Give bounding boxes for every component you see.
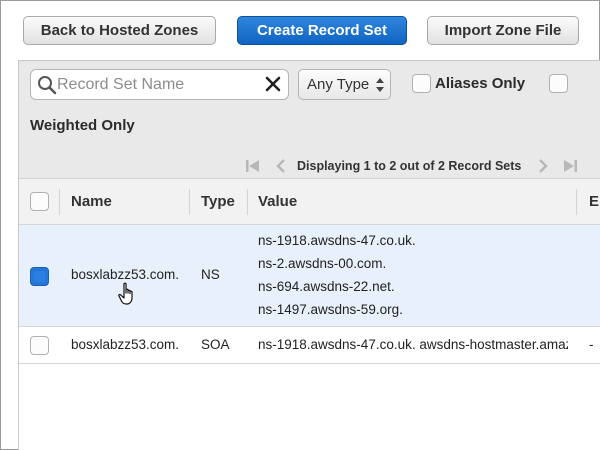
row-checkbox[interactable] [30,267,49,286]
record-name: bosxlabzz53.com. [71,267,180,282]
column-divider [59,189,60,215]
search-icon [38,76,57,95]
first-page-icon[interactable] [244,159,262,173]
search-box[interactable] [30,69,289,100]
column-divider [576,189,577,215]
column-header-name[interactable]: Name [71,193,112,210]
pagination-text: Displaying 1 to 2 out of 2 Record Sets [297,159,522,173]
record-value-line: ns-1497.awsdns-59.org. [258,302,403,317]
record-value-line: ns-1918.awsdns-47.co.uk. awsdns-hostmast… [258,337,568,352]
search-input[interactable] [57,74,257,96]
record-value-line: ns-1918.awsdns-47.co.uk. [258,233,416,248]
column-divider [247,189,248,215]
create-record-set-button[interactable]: Create Record Set [237,16,407,45]
column-header-extra[interactable]: E [589,193,599,210]
type-select-value: Any Type [307,76,370,93]
record-extra: - [589,337,594,352]
record-value-line: ns-694.awsdns-22.net. [258,279,395,294]
column-header-type[interactable]: Type [201,193,235,210]
type-select[interactable]: Any Type [298,69,391,100]
hand-cursor-icon [118,282,133,305]
table-row[interactable]: bosxlabzz53.com. SOA ns-1918.awsdns-47.c… [19,327,600,364]
import-zone-file-button[interactable]: Import Zone File [427,16,579,45]
record-name: bosxlabzz53.com. [71,337,180,352]
last-page-icon[interactable] [561,159,579,173]
record-type: SOA [201,337,230,352]
select-arrows-icon [376,78,384,92]
column-divider [189,189,190,215]
row-checkbox[interactable] [30,336,49,355]
table-row[interactable]: bosxlabzz53.com. NS ns-1918.awsdns-47.co… [19,225,600,327]
prev-page-icon[interactable] [275,159,287,173]
record-sets-panel: Any Type Aliases Only Weighted Only Disp… [18,60,600,450]
aliases-only-label: Aliases Only [435,75,526,92]
next-page-icon[interactable] [537,159,549,173]
column-header-value[interactable]: Value [258,193,297,210]
record-type: NS [201,267,220,282]
table-header: Name Type Value E [19,179,600,225]
filter-toolbar: Any Type Aliases Only Weighted Only Disp… [19,61,600,179]
weighted-only-checkbox[interactable] [549,74,568,93]
clear-icon[interactable] [263,74,283,94]
back-to-hosted-zones-button[interactable]: Back to Hosted Zones [23,16,216,45]
record-value-line: ns-2.awsdns-00.com. [258,256,387,271]
weighted-only-label: Weighted Only [30,117,135,134]
select-all-checkbox[interactable] [30,192,49,211]
aliases-only-checkbox[interactable] [412,74,431,93]
